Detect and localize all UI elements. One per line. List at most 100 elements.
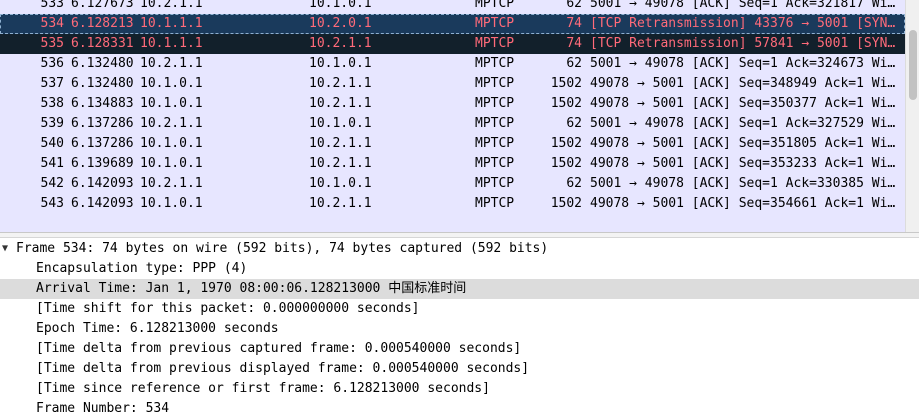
packet-time: 6.137286 <box>71 136 134 151</box>
packet-row[interactable]: 537 6.132480 10.1.0.1 10.2.1.1 MPTCP 1502 4907… <box>0 74 905 94</box>
packet-destination: 10.2.0.1 <box>309 16 372 31</box>
detail-field-row[interactable]: Frame Number: 534 <box>0 399 919 419</box>
packet-time: 6.137286 <box>71 116 134 131</box>
detail-field-text: Arrival Time: Jan 1, 1970 08:00:06.12821… <box>36 281 467 296</box>
detail-field-text: Epoch Time: 6.128213000 seconds <box>36 321 279 336</box>
packet-info: [TCP Retransmission] 57841 → 5001 [SYN… <box>590 36 896 51</box>
packet-list-scrollbar[interactable] <box>905 0 919 232</box>
packet-number: 540 <box>40 136 64 151</box>
packet-time: 6.139689 <box>71 156 134 171</box>
packet-time: 6.132480 <box>71 76 134 91</box>
packet-info: 49078 → 5001 [ACK] Seq=353233 Ack=1 Wi… <box>590 156 896 171</box>
pane-splitter[interactable] <box>0 232 919 238</box>
packet-source: 10.1.1.1 <box>140 36 203 51</box>
packet-source: 10.2.1.1 <box>140 116 203 131</box>
packet-info: 49078 → 5001 [ACK] Seq=354661 Ack=1 Wi… <box>590 196 896 211</box>
detail-field-row[interactable]: [Time delta from previous captured frame… <box>0 339 919 359</box>
packet-info: 49078 → 5001 [ACK] Seq=348949 Ack=1 Wi… <box>590 76 896 91</box>
packet-source: 10.1.0.1 <box>140 156 203 171</box>
packet-length: 62 <box>566 116 582 131</box>
packet-number: 542 <box>40 176 64 191</box>
packet-info: 49078 → 5001 [ACK] Seq=351805 Ack=1 Wi… <box>590 136 896 151</box>
detail-field-row[interactable]: Encapsulation type: PPP (4) <box>0 259 919 279</box>
detail-field-row[interactable]: Epoch Time: 6.128213000 seconds <box>0 319 919 339</box>
packet-time: 6.127673 <box>71 0 134 11</box>
detail-field-row[interactable]: Arrival Time: Jan 1, 1970 08:00:06.12821… <box>0 279 919 299</box>
packet-row[interactable]: 543 6.142093 10.1.0.1 10.2.1.1 MPTCP 1502 4907… <box>0 194 905 214</box>
packet-destination: 10.2.1.1 <box>309 96 372 111</box>
packet-row[interactable]: 534 6.128213 10.1.1.1 10.2.0.1 MPTCP 74 [TCP R… <box>0 14 905 34</box>
packet-row[interactable]: 535 6.128331 10.1.1.1 10.2.1.1 MPTCP 74 [TCP R… <box>0 34 905 54</box>
packet-number: 533 <box>40 0 64 11</box>
packet-time: 6.128213 <box>71 16 134 31</box>
packet-info: 5001 → 49078 [ACK] Seq=1 Ack=330385 Wi… <box>590 176 896 191</box>
frame-summary: Frame 534: 74 bytes on wire (592 bits), … <box>16 241 549 256</box>
packet-destination: 10.2.1.1 <box>309 36 372 51</box>
packet-info: 5001 → 49078 [ACK] Seq=1 Ack=324673 Wi… <box>590 56 896 71</box>
packet-length: 74 <box>566 36 582 51</box>
packet-destination: 10.2.1.1 <box>309 76 372 91</box>
packet-row[interactable]: 542 6.142093 10.2.1.1 10.1.0.1 MPTCP 62 5001 →… <box>0 174 905 194</box>
packet-list[interactable]: 533 6.127673 10.2.1.1 10.1.0.1 MPTCP 62 5001 →… <box>0 0 905 232</box>
packet-protocol: MPTCP <box>475 36 515 51</box>
packet-number: 536 <box>40 56 64 71</box>
packet-info: 5001 → 49078 [ACK] Seq=1 Ack=321817 Wi… <box>590 0 896 11</box>
packet-destination: 10.2.1.1 <box>309 196 372 211</box>
detail-field-text: Encapsulation type: PPP (4) <box>36 261 248 276</box>
packet-length: 62 <box>566 0 582 11</box>
packet-number: 538 <box>40 96 64 111</box>
packet-destination: 10.2.1.1 <box>309 156 372 171</box>
packet-source: 10.2.1.1 <box>140 0 203 11</box>
packet-source: 10.1.0.1 <box>140 96 203 111</box>
packet-destination: 10.2.1.1 <box>309 136 372 151</box>
packet-source: 10.1.1.1 <box>140 16 203 31</box>
packet-protocol: MPTCP <box>475 76 515 91</box>
packet-length: 1502 <box>550 156 582 171</box>
packet-row[interactable]: 533 6.127673 10.2.1.1 10.1.0.1 MPTCP 62 5001 →… <box>0 0 905 14</box>
packet-number: 543 <box>40 196 64 211</box>
packet-row[interactable]: 540 6.137286 10.1.0.1 10.2.1.1 MPTCP 1502 4907… <box>0 134 905 154</box>
packet-time: 6.142093 <box>71 176 134 191</box>
packet-length: 74 <box>566 16 582 31</box>
packet-protocol: MPTCP <box>475 116 515 131</box>
detail-field-row[interactable]: [Time shift for this packet: 0.000000000… <box>0 299 919 319</box>
detail-field-row[interactable]: [Time since reference or first frame: 6.… <box>0 379 919 399</box>
packet-time: 6.128331 <box>71 36 134 51</box>
packet-protocol: MPTCP <box>475 16 515 31</box>
packet-number: 534 <box>40 16 64 31</box>
packet-protocol: MPTCP <box>475 156 515 171</box>
packet-number: 537 <box>40 76 64 91</box>
packet-time: 6.142093 <box>71 196 134 211</box>
packet-row[interactable]: 538 6.134883 10.1.0.1 10.2.1.1 MPTCP 1502 4907… <box>0 94 905 114</box>
packet-protocol: MPTCP <box>475 96 515 111</box>
packet-protocol: MPTCP <box>475 56 515 71</box>
packet-row[interactable]: 541 6.139689 10.1.0.1 10.2.1.1 MPTCP 1502 4907… <box>0 154 905 174</box>
packet-info: 5001 → 49078 [ACK] Seq=1 Ack=327529 Wi… <box>590 116 896 131</box>
detail-field-text: [Time delta from previous captured frame… <box>36 341 522 356</box>
detail-field-text: Frame Number: 534 <box>36 401 170 416</box>
packet-info: 49078 → 5001 [ACK] Seq=350377 Ack=1 Wi… <box>590 96 896 111</box>
packet-protocol: MPTCP <box>475 176 515 191</box>
packet-source: 10.1.0.1 <box>140 196 203 211</box>
packet-number: 539 <box>40 116 64 131</box>
packet-length: 1502 <box>550 196 582 211</box>
packet-number: 535 <box>40 36 64 51</box>
packet-length: 62 <box>566 56 582 71</box>
packet-time: 6.134883 <box>71 96 134 111</box>
packet-row[interactable]: 536 6.132480 10.2.1.1 10.1.0.1 MPTCP 62 5001 →… <box>0 54 905 74</box>
caret-down-icon[interactable]: ▼ <box>2 239 8 259</box>
packet-destination: 10.1.0.1 <box>309 116 372 131</box>
detail-field-row[interactable]: [Time delta from previous displayed fram… <box>0 359 919 379</box>
packet-destination: 10.1.0.1 <box>309 56 372 71</box>
detail-field-text: [Time shift for this packet: 0.000000000… <box>36 301 420 316</box>
packet-length: 1502 <box>550 76 582 91</box>
packet-row[interactable]: 539 6.137286 10.2.1.1 10.1.0.1 MPTCP 62 5001 →… <box>0 114 905 134</box>
packet-protocol: MPTCP <box>475 196 515 211</box>
packet-details-pane[interactable]: ▼ Frame 534: 74 bytes on wire (592 bits)… <box>0 239 919 417</box>
scrollbar-thumb[interactable] <box>909 30 917 100</box>
frame-tree-node[interactable]: ▼ Frame 534: 74 bytes on wire (592 bits)… <box>0 239 919 259</box>
packet-protocol: MPTCP <box>475 0 515 11</box>
packet-destination: 10.1.0.1 <box>309 176 372 191</box>
packet-length: 1502 <box>550 96 582 111</box>
packet-source: 10.1.0.1 <box>140 136 203 151</box>
